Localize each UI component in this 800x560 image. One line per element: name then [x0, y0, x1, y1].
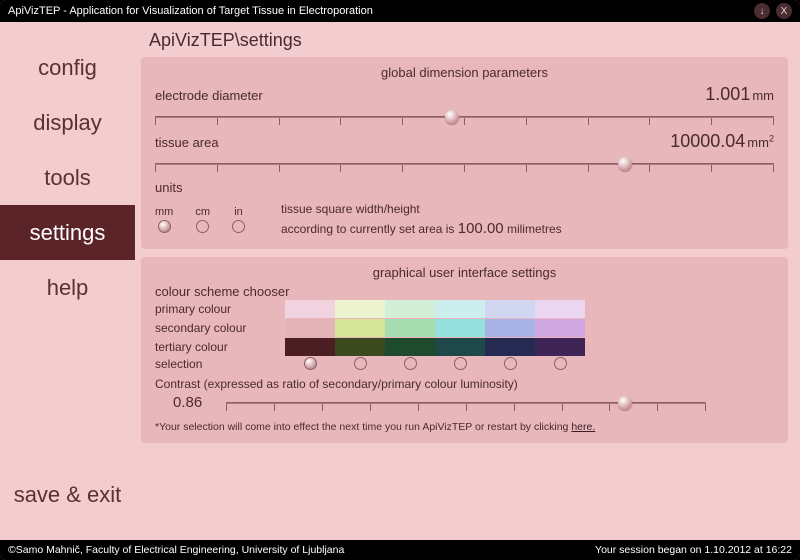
unit-radio-cm[interactable]	[196, 220, 209, 233]
sidebar-item-settings[interactable]: settings	[0, 205, 135, 260]
colour-swatch[interactable]	[285, 338, 335, 356]
titlebar: ApiVizTEP - Application for Visualizatio…	[0, 0, 800, 22]
tissue-slider-thumb[interactable]	[618, 157, 632, 171]
sidebar-item-display[interactable]: display	[0, 95, 135, 150]
panel-gui-title: graphical user interface settings	[155, 265, 774, 280]
electrode-diameter-label: electrode diameter	[155, 88, 263, 103]
panel-gui-settings: graphical user interface settings colour…	[141, 257, 788, 443]
sidebar-item-help[interactable]: help	[0, 260, 135, 315]
unit-radio-in[interactable]	[232, 220, 245, 233]
colour-swatch[interactable]	[435, 338, 485, 356]
unit-radio-mm[interactable]	[158, 220, 171, 233]
scheme-radio-5[interactable]	[554, 357, 567, 370]
colour-swatch[interactable]	[385, 319, 435, 337]
secondary-colour-label: secondary colour	[155, 321, 285, 335]
tissue-area-value: 10000.04mm2	[670, 131, 774, 152]
contrast-label: Contrast (expressed as ratio of secondar…	[155, 377, 774, 391]
restart-link[interactable]: here.	[571, 421, 595, 433]
window-title: ApiVizTEP - Application for Visualizatio…	[8, 5, 373, 17]
restart-note: *Your selection will come into effect th…	[155, 421, 774, 433]
colour-swatch[interactable]	[535, 338, 585, 356]
colour-swatch[interactable]	[485, 300, 535, 318]
scheme-radio-3[interactable]	[454, 357, 467, 370]
panel-global-title: global dimension parameters	[155, 65, 774, 80]
colour-swatch[interactable]	[335, 300, 385, 318]
units-description: tissue square width/height according to …	[281, 201, 562, 239]
tertiary-colour-label: tertiary colour	[155, 340, 285, 354]
colour-swatch[interactable]	[385, 338, 435, 356]
colour-swatch[interactable]	[535, 319, 585, 337]
colour-swatch[interactable]	[335, 319, 385, 337]
unit-option-label-in: in	[234, 206, 243, 218]
colour-swatch[interactable]	[435, 300, 485, 318]
sidebar: configdisplaytoolssettingshelp save & ex…	[0, 22, 135, 540]
footer-copyright: ©Samo Mahnič, Faculty of Electrical Engi…	[8, 544, 344, 556]
contrast-slider[interactable]	[226, 393, 706, 413]
sidebar-item-save-exit[interactable]: save & exit	[0, 467, 135, 522]
colour-chooser-label: colour scheme chooser	[155, 284, 774, 299]
colour-swatch[interactable]	[335, 338, 385, 356]
scheme-radio-0[interactable]	[304, 357, 317, 370]
primary-colour-label: primary colour	[155, 302, 285, 316]
footer-session: Your session began on 1.10.2012 at 16:22	[595, 544, 792, 556]
colour-swatch[interactable]	[485, 338, 535, 356]
panel-global-dimensions: global dimension parameters electrode di…	[141, 57, 788, 249]
breadcrumb: ApiVizTEP\settings	[141, 28, 788, 57]
colour-swatch[interactable]	[385, 300, 435, 318]
electrode-diameter-value: 1.001mm	[705, 84, 774, 105]
colour-swatch[interactable]	[285, 319, 335, 337]
unit-option-label-cm: cm	[195, 206, 210, 218]
tissue-width-value: 100.00	[458, 220, 504, 237]
close-button[interactable]: X	[776, 3, 792, 19]
scheme-radio-2[interactable]	[404, 357, 417, 370]
electrode-slider-thumb[interactable]	[445, 110, 459, 124]
statusbar: ©Samo Mahnič, Faculty of Electrical Engi…	[0, 540, 800, 560]
sidebar-item-config[interactable]: config	[0, 40, 135, 95]
scheme-radio-1[interactable]	[354, 357, 367, 370]
sidebar-item-tools[interactable]: tools	[0, 150, 135, 205]
colour-swatch[interactable]	[535, 300, 585, 318]
colour-swatch[interactable]	[285, 300, 335, 318]
electrode-diameter-slider[interactable]	[155, 107, 774, 127]
units-label: units	[155, 180, 774, 195]
contrast-value: 0.86	[173, 394, 223, 411]
unit-option-label-mm: mm	[155, 206, 173, 218]
scheme-radio-4[interactable]	[504, 357, 517, 370]
minimize-button[interactable]: ↓	[754, 3, 770, 19]
colour-swatch[interactable]	[435, 319, 485, 337]
tissue-area-slider[interactable]	[155, 154, 774, 174]
contrast-slider-thumb[interactable]	[618, 396, 632, 410]
selection-label: selection	[155, 357, 285, 371]
colour-swatch[interactable]	[485, 319, 535, 337]
tissue-area-label: tissue area	[155, 135, 219, 150]
